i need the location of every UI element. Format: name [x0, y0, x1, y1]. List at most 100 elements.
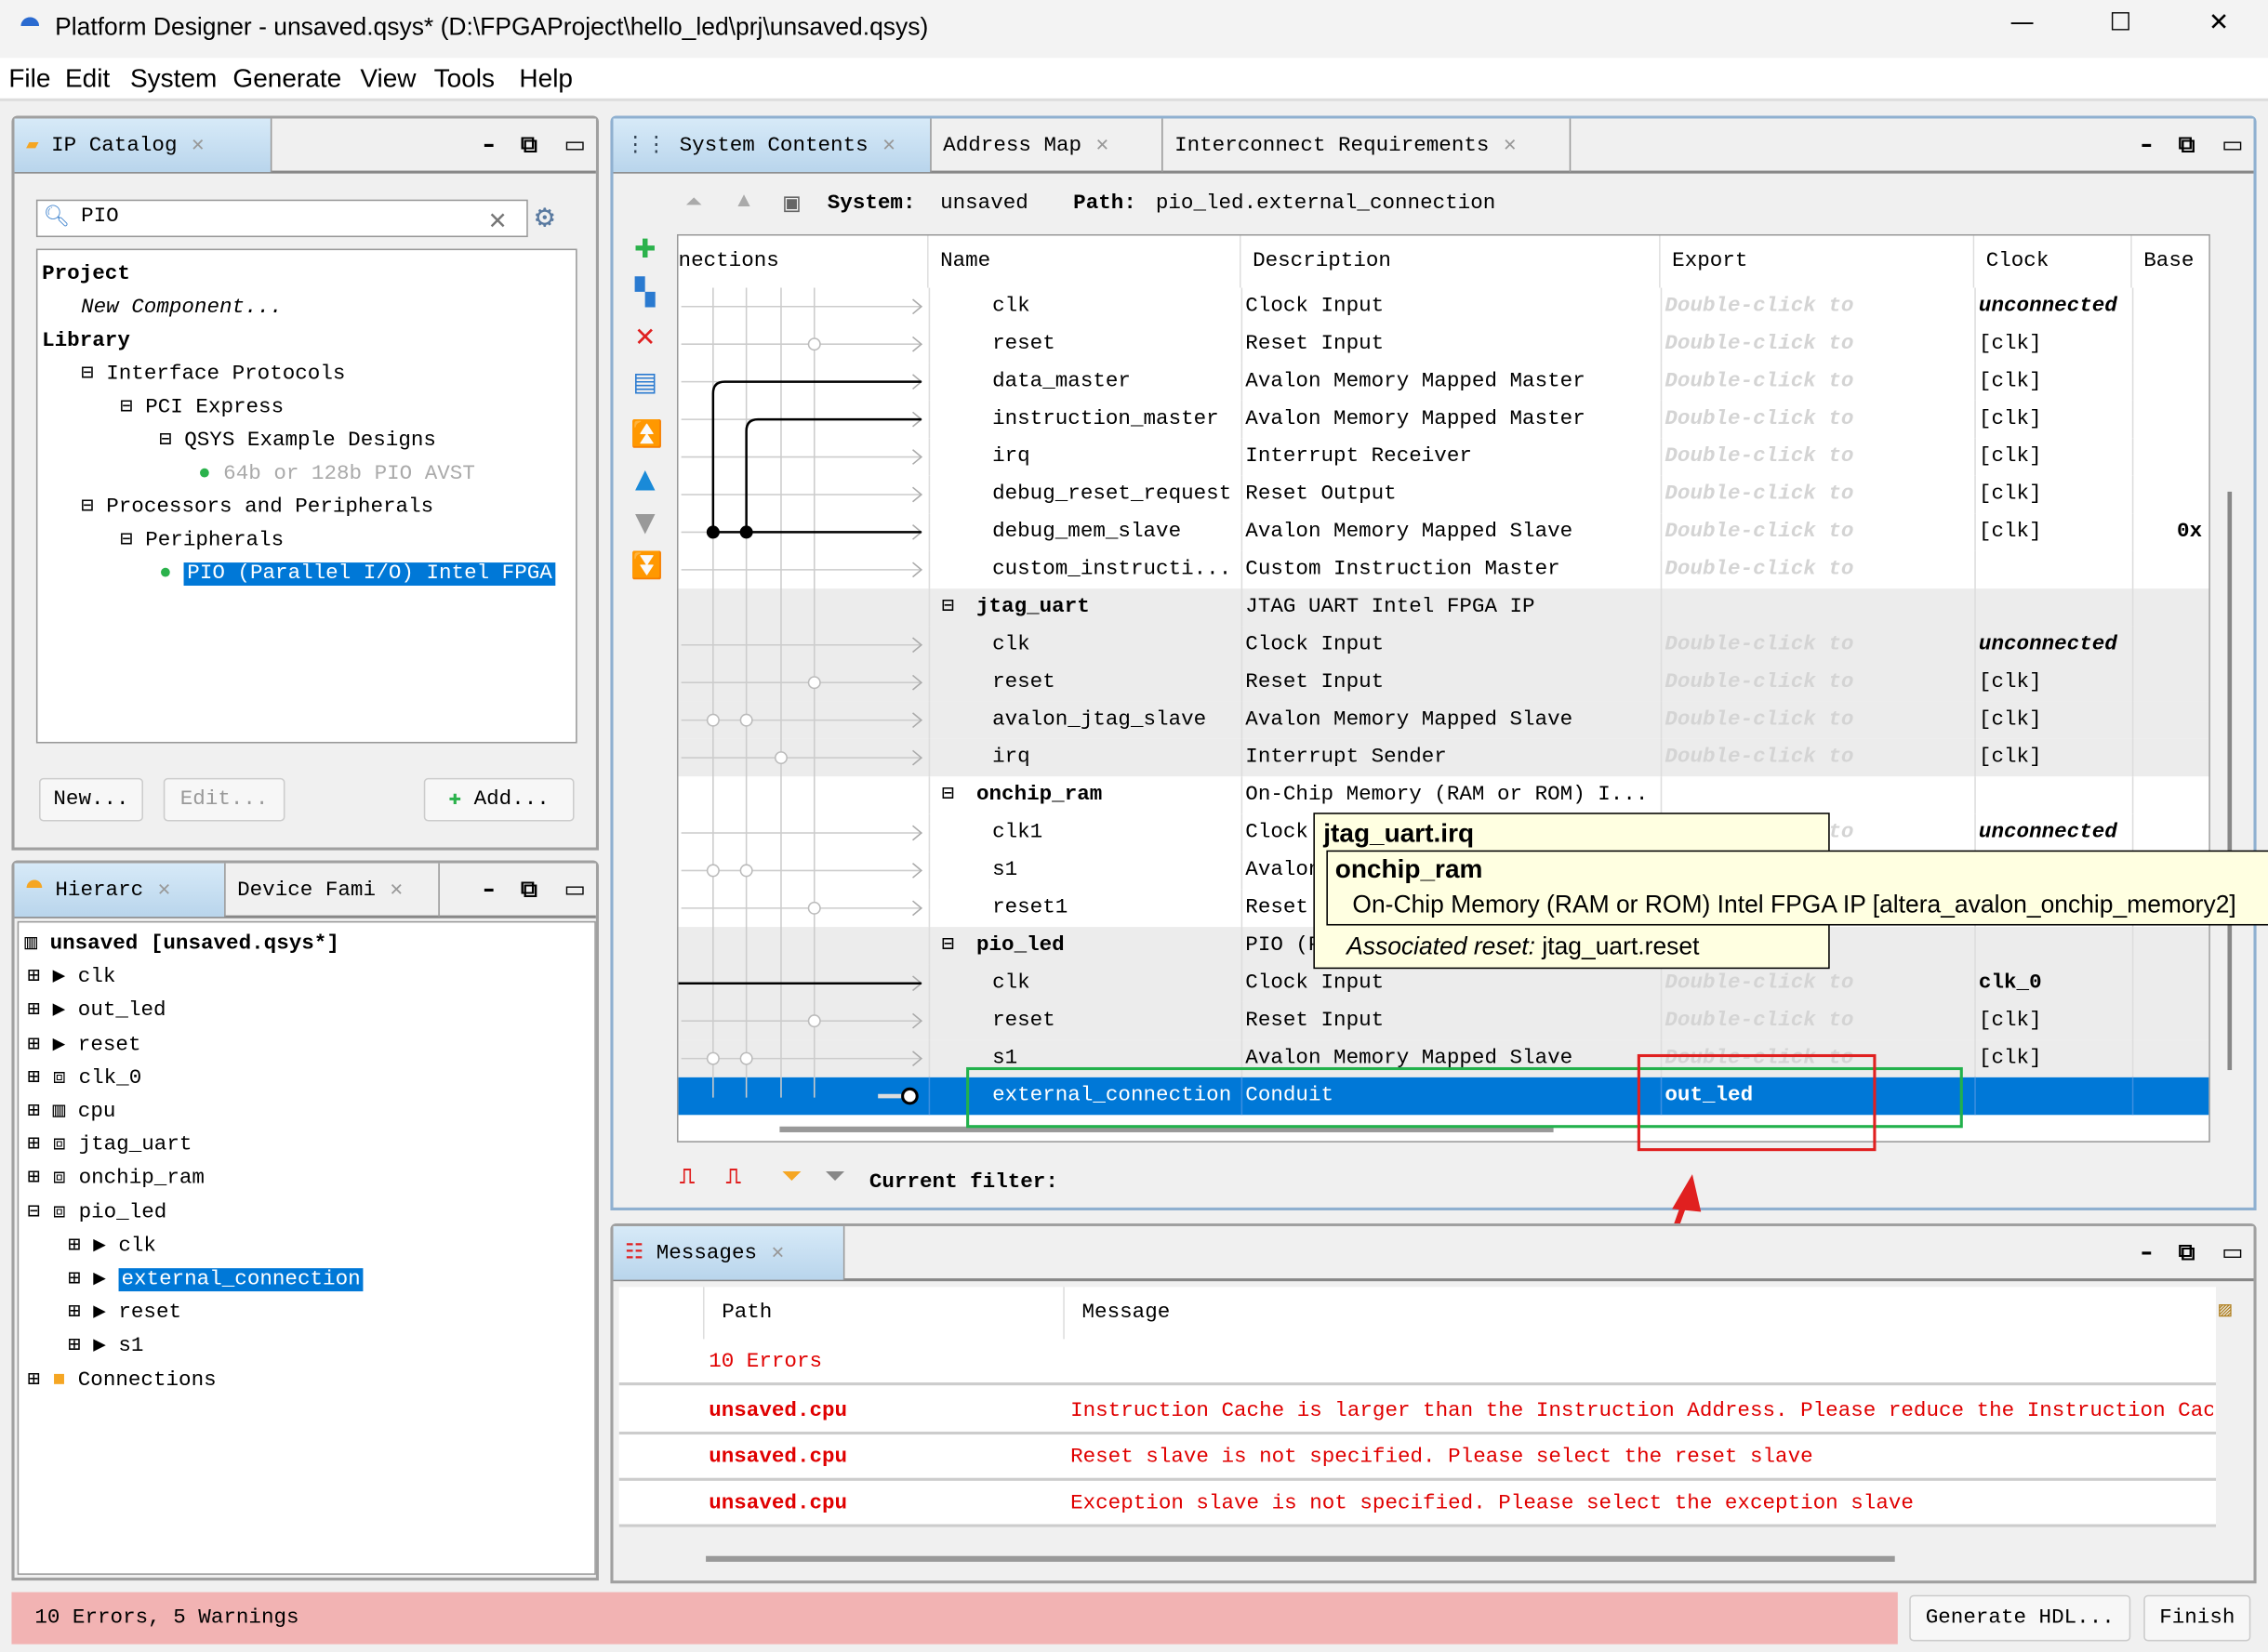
collapse-toggle-icon[interactable]: ⊟: [942, 927, 955, 964]
tree-item[interactable]: ⊞ ▶ clk: [28, 962, 116, 994]
maximize-button[interactable]: ☐: [2091, 8, 2149, 37]
move-top-icon[interactable]: ⏶: [685, 191, 702, 216]
tree-item[interactable]: ⊟ Interface Protocols: [81, 359, 345, 390]
menu-file[interactable]: File: [8, 63, 50, 94]
tree-item[interactable]: ⊞ ■ Connections: [28, 1365, 217, 1396]
add-component-icon[interactable]: ✚: [630, 234, 659, 265]
maximize-panel-icon[interactable]: ▭: [2222, 1238, 2244, 1266]
tree-item[interactable]: ⊟ Processors and Peripherals: [81, 492, 433, 523]
menu-tools[interactable]: Tools: [434, 63, 495, 94]
tree-item[interactable]: ● 64b or 128b PIO AVST: [198, 458, 475, 490]
menu-view[interactable]: View: [360, 63, 416, 94]
filter-icon[interactable]: ⏷: [781, 1163, 802, 1193]
tree-item[interactable]: ⊞ ⧈ onchip_ram: [28, 1163, 205, 1195]
collapse-toggle-icon[interactable]: ⊟: [120, 396, 145, 419]
remove-icon[interactable]: ✕: [630, 323, 659, 353]
tree-item[interactable]: ⊟ ⧈ pio_led: [28, 1196, 167, 1228]
tree-item[interactable]: ⊞ ▥ cpu: [28, 1096, 116, 1128]
finish-button[interactable]: Finish: [2143, 1594, 2251, 1642]
tab-hierarchy[interactable]: ⯊ Hierarc ✕: [14, 863, 226, 918]
move-down-icon[interactable]: ▼: [630, 508, 659, 538]
collapse-connections-icon[interactable]: ⎍: [680, 1166, 695, 1190]
new-button[interactable]: New...: [38, 777, 143, 822]
move-to-bottom-icon[interactable]: ⏬: [630, 551, 663, 582]
expand-toggle-icon[interactable]: ⊞: [68, 1235, 93, 1258]
tree-item[interactable]: ⊞ ▶ reset: [28, 1029, 141, 1061]
expand-toggle-icon[interactable]: ⊟: [28, 1201, 53, 1224]
tab-interconnect-requirements[interactable]: Interconnect Requirements ✕: [1163, 118, 1572, 173]
messages-summary-row[interactable]: 10 Errors: [618, 1339, 2217, 1386]
expand-toggle-icon[interactable]: ⊞: [28, 1368, 53, 1392]
column-header-description[interactable]: Description: [1240, 235, 1661, 288]
move-up-icon[interactable]: ▲: [630, 464, 659, 495]
horizontal-scrollbar[interactable]: [706, 1555, 1895, 1562]
menu-generate[interactable]: Generate: [232, 63, 341, 94]
tree-item[interactable]: ▥ unsaved [unsaved.qsys*]: [24, 929, 338, 960]
edit-parameters-icon[interactable]: ▤: [630, 367, 659, 398]
tab-system-contents[interactable]: ⋮⋮ System Contents ✕: [613, 118, 932, 173]
tree-item[interactable]: ⊞ ▶ clk: [68, 1230, 156, 1262]
expand-toggle-icon[interactable]: ⊞: [28, 999, 53, 1023]
collapse-toggle-icon[interactable]: ⊟: [942, 588, 955, 626]
expand-toggle-icon[interactable]: ⊞: [68, 1268, 93, 1291]
tree-item[interactable]: ⊞ ▶ out_led: [28, 996, 166, 1027]
tree-item[interactable]: Project: [42, 258, 130, 290]
message-row[interactable]: unsaved.cpu Reset slave is not specified.…: [618, 1434, 2217, 1481]
expand-toggle-icon[interactable]: ⊞: [68, 1302, 93, 1325]
maximize-panel-icon[interactable]: ▭: [564, 130, 587, 158]
clear-filter-icon[interactable]: ⏷: [825, 1163, 845, 1193]
maximize-panel-icon[interactable]: ▭: [564, 875, 587, 903]
minimize-panel-icon[interactable]: –: [2141, 1238, 2152, 1266]
expand-toggle-icon[interactable]: ⊞: [28, 966, 53, 989]
tree-item[interactable]: ⊞ ⧈ jtag_uart: [28, 1130, 192, 1161]
close-tab-icon[interactable]: ✕: [1504, 135, 1517, 158]
detach-panel-icon[interactable]: ⧉: [2179, 1238, 2195, 1267]
clear-messages-icon[interactable]: ▨: [2219, 1299, 2232, 1323]
maximize-panel-icon[interactable]: ▭: [2222, 130, 2244, 158]
close-tab-icon[interactable]: ✕: [391, 879, 404, 903]
message-row[interactable]: unsaved.cpu Instruction Cache is larger t…: [618, 1388, 2217, 1435]
tab-address-map[interactable]: Address Map ✕: [932, 118, 1163, 173]
message-row[interactable]: unsaved.cpu Exception slave is not specif…: [618, 1481, 2217, 1527]
expand-toggle-icon[interactable]: ⊞: [28, 1168, 53, 1191]
collapse-toggle-icon[interactable]: ⊟: [159, 430, 184, 453]
expand-toggle-icon[interactable]: ⊞: [68, 1335, 93, 1358]
collapse-toggle-icon[interactable]: ⊟: [81, 363, 106, 386]
edit-button[interactable]: Edit...: [163, 777, 285, 822]
settings-gear-icon[interactable]: ⚙: [536, 200, 555, 237]
search-input[interactable]: 🔍︎ PIO ✕: [35, 199, 528, 239]
tree-item[interactable]: ⊞ ▶ reset: [68, 1298, 181, 1329]
new-component-icon[interactable]: ▚: [630, 278, 659, 309]
expand-toggle-icon[interactable]: ⊞: [28, 1134, 53, 1157]
close-tab-icon[interactable]: ✕: [158, 879, 171, 903]
move-up-icon[interactable]: ▲: [737, 191, 750, 214]
vertical-scrollbar[interactable]: [2227, 491, 2233, 1071]
close-tab-icon[interactable]: ✕: [1096, 135, 1109, 158]
minimize-panel-icon[interactable]: –: [484, 875, 495, 903]
minimize-panel-icon[interactable]: –: [484, 130, 495, 158]
collapse-toggle-icon[interactable]: ⊟: [120, 529, 145, 552]
clear-search-icon[interactable]: ✕: [489, 201, 507, 239]
tree-item[interactable]: ⊞ ▶ s1: [68, 1331, 143, 1363]
column-header-path[interactable]: Path: [702, 1287, 1065, 1340]
column-header-clock[interactable]: Clock: [1974, 235, 2132, 288]
menu-help[interactable]: Help: [519, 63, 573, 94]
tree-item[interactable]: ● PIO (Parallel I/O) Intel FPGA: [159, 558, 555, 589]
minimize-button[interactable]: —: [1993, 8, 2050, 37]
detach-panel-icon[interactable]: ⧉: [521, 130, 537, 159]
tree-item[interactable]: Library: [42, 325, 130, 357]
close-tab-icon[interactable]: ✕: [192, 135, 205, 158]
generate-hdl-button[interactable]: Generate HDL...: [1909, 1594, 2131, 1642]
tab-ip-catalog[interactable]: ▰ IP Catalog ✕: [14, 118, 272, 173]
tree-item[interactable]: ⊞ ⧈ clk_0: [28, 1063, 142, 1094]
expand-toggle-icon[interactable]: ⊞: [28, 1101, 53, 1124]
column-header-message[interactable]: Message: [1065, 1287, 2208, 1339]
close-tab-icon[interactable]: ✕: [882, 135, 895, 158]
tree-item[interactable]: ⊟ QSYS Example Designs: [159, 425, 436, 456]
expand-connections-icon[interactable]: ⎍: [726, 1166, 741, 1190]
detach-panel-icon[interactable]: ⧉: [521, 875, 537, 904]
column-header-name[interactable]: Name: [928, 235, 1241, 288]
tree-item[interactable]: ⊟ PCI Express: [120, 392, 284, 424]
connection-graph[interactable]: [678, 287, 929, 1127]
tab-device-family[interactable]: Device Fami ✕: [226, 863, 440, 918]
